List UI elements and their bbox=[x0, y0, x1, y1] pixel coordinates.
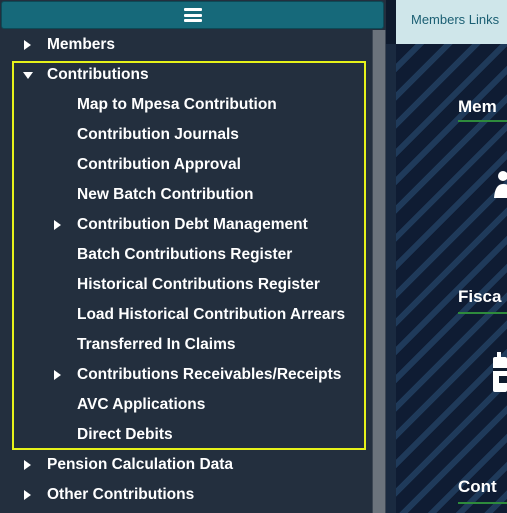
card-underline bbox=[458, 502, 507, 504]
caret-right-icon bbox=[24, 40, 31, 50]
sidebar-item-contributions-receivables-receipts[interactable]: Contributions Receivables/Receipts bbox=[0, 360, 372, 390]
sidebar-item-label: Batch Contributions Register bbox=[77, 246, 293, 263]
calendar-icon bbox=[493, 352, 507, 397]
sidebar-item-label: Members bbox=[47, 36, 116, 53]
sidebar-item-label: Direct Debits bbox=[77, 426, 173, 443]
sidebar-item-direct-debits[interactable]: Direct Debits bbox=[0, 420, 372, 450]
sidebar-item-historical-contributions-register[interactable]: Historical Contributions Register bbox=[0, 270, 372, 300]
sidebar-item-label: New Batch Contribution bbox=[77, 186, 254, 203]
card-title[interactable]: Mem bbox=[458, 97, 497, 117]
sidebar-item-label: Contribution Approval bbox=[77, 156, 241, 173]
sidebar-item-label: Contributions bbox=[47, 66, 149, 83]
sidebar-item-load-historical-contribution-arrears[interactable]: Load Historical Contribution Arrears bbox=[0, 300, 372, 330]
sidebar-scrollbar-thumb[interactable] bbox=[373, 30, 385, 513]
sidebar-item-new-batch-contribution[interactable]: New Batch Contribution bbox=[0, 180, 372, 210]
sidebar-item-contribution-approval[interactable]: Contribution Approval bbox=[0, 150, 372, 180]
sidebar-item-label: Map to Mpesa Contribution bbox=[77, 96, 277, 113]
sidebar-item-avc-applications[interactable]: AVC Applications bbox=[0, 390, 372, 420]
sidebar-item-contribution-journals[interactable]: Contribution Journals bbox=[0, 120, 372, 150]
sidebar-item-label: Other Contributions bbox=[47, 486, 195, 503]
card-title[interactable]: Fisca bbox=[458, 287, 501, 307]
sidebar-item-label: Pension Calculation Data bbox=[47, 456, 234, 473]
sidebar-item-other-contributions[interactable]: Other Contributions bbox=[0, 480, 372, 510]
caret-right-icon bbox=[24, 490, 31, 500]
main-content: Members Links Mem Fisca Cont bbox=[386, 0, 507, 513]
sidebar-item-label: AVC Applications bbox=[77, 396, 206, 413]
caret-right-icon bbox=[54, 220, 61, 230]
sidebar-item-label: Historical Contributions Register bbox=[77, 276, 320, 293]
caret-down-icon bbox=[23, 72, 33, 79]
sidebar-item-transferred-in-claims[interactable]: Transferred In Claims bbox=[0, 330, 372, 360]
sidebar-item-pension-calculation-data[interactable]: Pension Calculation Data bbox=[0, 450, 372, 480]
tab-members-links[interactable]: Members Links bbox=[396, 0, 507, 44]
panel-edge bbox=[386, 44, 396, 513]
sidebar-item-label: Contribution Journals bbox=[77, 126, 239, 143]
sidebar-item-map-to-mpesa-contribution[interactable]: Map to Mpesa Contribution bbox=[0, 90, 372, 120]
sidebar-item-members[interactable]: Members bbox=[0, 30, 372, 60]
menu-toggle-button[interactable] bbox=[1, 1, 384, 29]
sidebar-nav: Members Contributions Map to Mpesa Contr… bbox=[0, 0, 386, 513]
sidebar-item-batch-contributions-register[interactable]: Batch Contributions Register bbox=[0, 240, 372, 270]
caret-right-icon bbox=[54, 370, 61, 380]
caret-right-icon bbox=[24, 460, 31, 470]
card-title[interactable]: Cont bbox=[458, 477, 497, 497]
sidebar-item-label: Contributions Receivables/Receipts bbox=[77, 366, 342, 383]
card-underline bbox=[458, 312, 507, 314]
sidebar-item-label: Transferred In Claims bbox=[77, 336, 236, 353]
card-underline bbox=[458, 120, 507, 122]
users-icon bbox=[494, 170, 507, 205]
sidebar-item-label: Contribution Debt Management bbox=[77, 216, 308, 233]
hamburger-menu-icon bbox=[183, 8, 202, 22]
sidebar-item-contribution-debt-management[interactable]: Contribution Debt Management bbox=[0, 210, 372, 240]
sidebar-item-contributions[interactable]: Contributions bbox=[0, 60, 372, 90]
sidebar-item-label: Load Historical Contribution Arrears bbox=[77, 306, 346, 323]
